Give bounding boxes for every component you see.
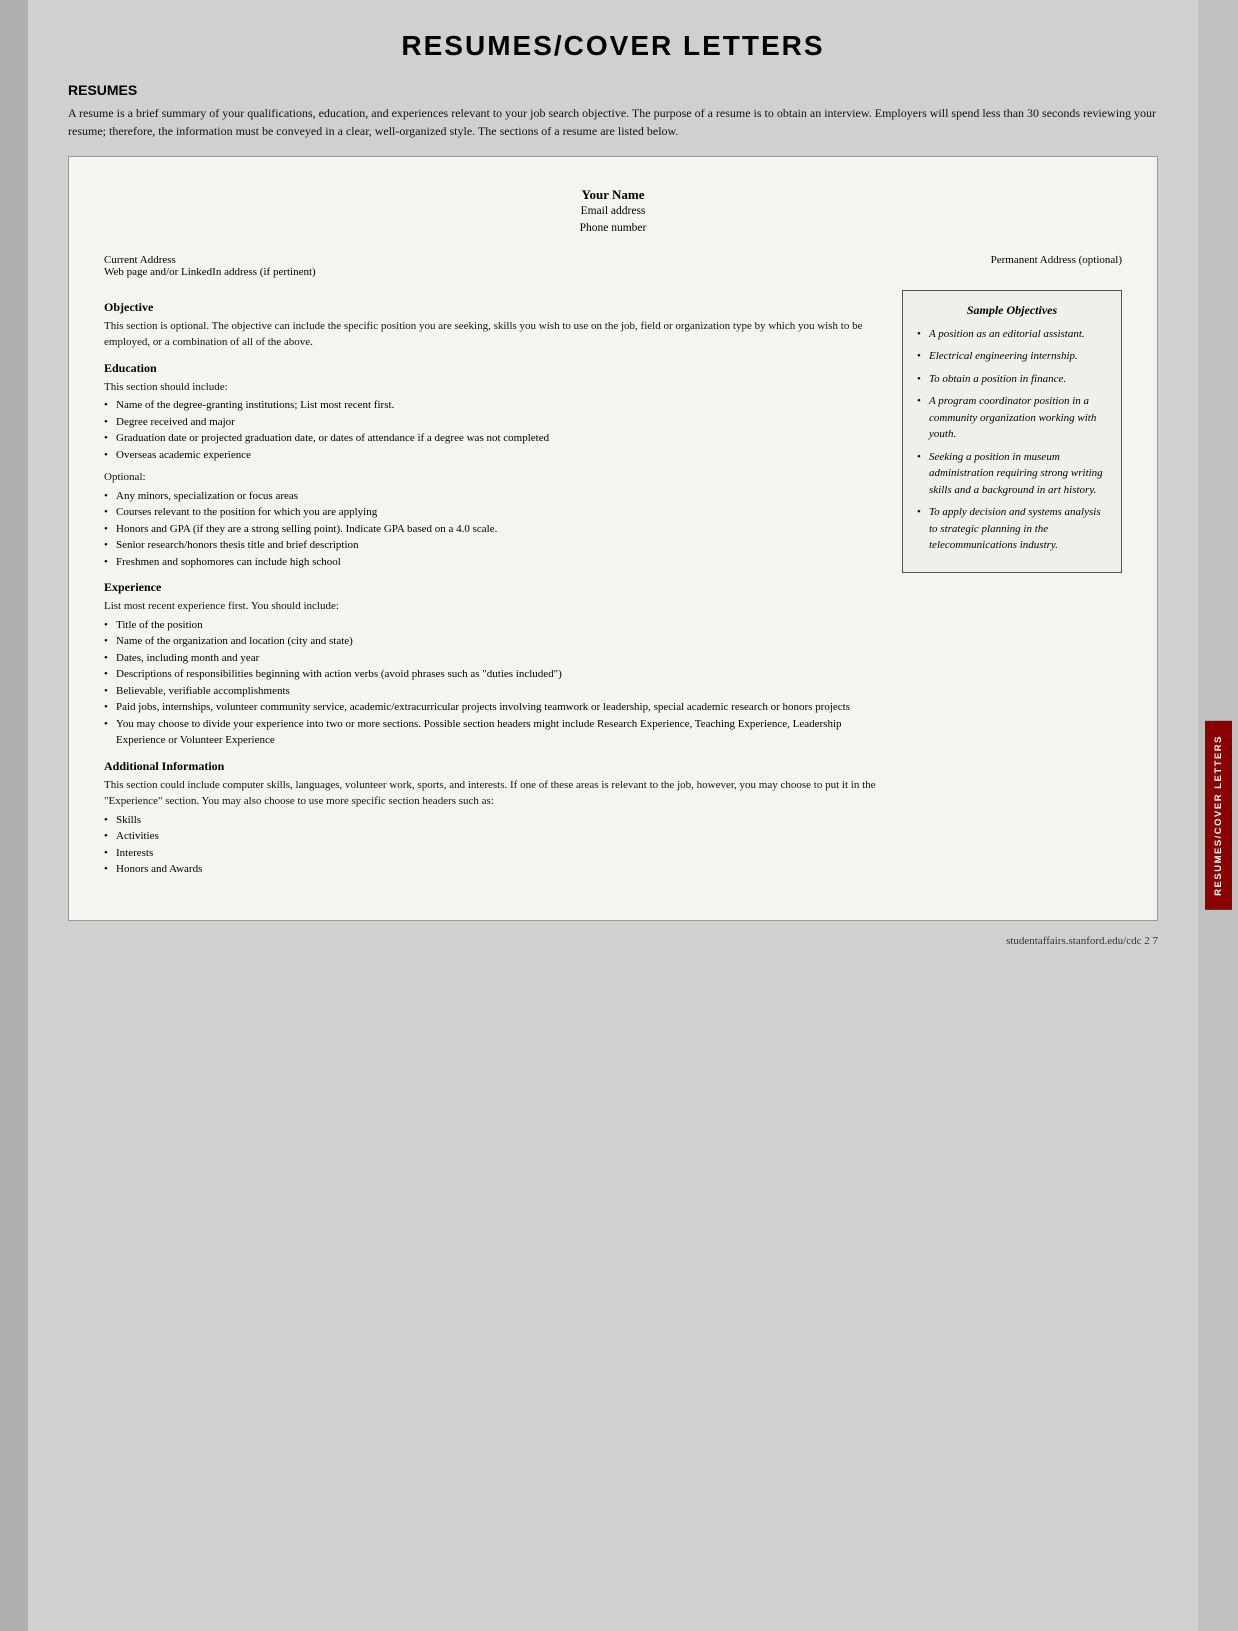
edu-bullet-2: Degree received and major: [104, 414, 882, 431]
edu-bullet-3: Graduation date or projected graduation …: [104, 430, 882, 447]
resumes-heading: RESUMES: [68, 82, 1158, 98]
additional-bullets-list: Skills Activities Interests Honors and A…: [104, 812, 882, 878]
obj-item-3: To obtain a position in finance.: [917, 371, 1107, 388]
add-bullet-4: Honors and Awards: [104, 861, 882, 878]
experience-title: Experience: [104, 580, 882, 595]
optional-label: Optional:: [104, 469, 882, 486]
main-content: RESUMES/COVER LETTERS RESUMES A resume i…: [28, 0, 1198, 1631]
exp-bullet-6: Paid jobs, internships, volunteer commun…: [104, 699, 882, 716]
exp-bullet-5: Believable, verifiable accomplishments: [104, 683, 882, 700]
education-intro: This section should include:: [104, 379, 882, 396]
experience-intro: List most recent experience first. You s…: [104, 598, 882, 615]
edu-opt-bullet-1: Any minors, specialization or focus area…: [104, 488, 882, 505]
edu-bullet-1: Name of the degree-granting institutions…: [104, 397, 882, 414]
education-title: Education: [104, 361, 882, 376]
web-address: Web page and/or LinkedIn address (if per…: [104, 266, 316, 278]
right-sidebar: RESUMES/COVER LETTERS: [1198, 0, 1238, 1631]
exp-bullet-1: Title of the position: [104, 617, 882, 634]
resume-left-col: Objective This section is optional. The …: [104, 290, 882, 880]
vertical-sidebar-label: RESUMES/COVER LETTERS: [1205, 721, 1232, 910]
obj-item-5: Seeking a position in museum administrat…: [917, 449, 1107, 499]
edu-bullet-4: Overseas academic experience: [104, 447, 882, 464]
resume-phone: Phone number: [104, 220, 1122, 237]
footer: studentaffairs.stanford.edu/cdc 2 7: [68, 931, 1158, 947]
resume-addresses: Current Address Web page and/or LinkedIn…: [104, 254, 1122, 278]
sample-objectives-list: A position as an editorial assistant. El…: [917, 326, 1107, 554]
add-bullet-1: Skills: [104, 812, 882, 829]
sample-objectives-box: Sample Objectives A position as an edito…: [902, 290, 1122, 573]
page-title: RESUMES/COVER LETTERS: [68, 30, 1158, 62]
resume-header: Your Name Email address Phone number: [104, 187, 1122, 238]
exp-bullet-7: You may choose to divide your experience…: [104, 716, 882, 749]
permanent-address-block: Permanent Address (optional): [991, 254, 1122, 278]
additional-text: This section could include computer skil…: [104, 777, 882, 810]
exp-bullet-2: Name of the organization and location (c…: [104, 633, 882, 650]
education-bullets-list: Name of the degree-granting institutions…: [104, 397, 882, 463]
exp-bullet-4: Descriptions of responsibilities beginni…: [104, 666, 882, 683]
obj-item-2: Electrical engineering internship.: [917, 348, 1107, 365]
current-address-label: Current Address: [104, 254, 316, 266]
objective-title: Objective: [104, 300, 882, 315]
left-border: [0, 0, 28, 1631]
current-address-block: Current Address Web page and/or LinkedIn…: [104, 254, 316, 278]
resume-email: Email address: [104, 203, 1122, 220]
resume-two-col: Objective This section is optional. The …: [104, 290, 1122, 880]
obj-item-6: To apply decision and systems analysis t…: [917, 504, 1107, 554]
edu-opt-bullet-3: Honors and GPA (if they are a strong sel…: [104, 521, 882, 538]
exp-bullet-3: Dates, including month and year: [104, 650, 882, 667]
resume-document: Your Name Email address Phone number Cur…: [68, 156, 1158, 921]
sample-objectives-title: Sample Objectives: [917, 303, 1107, 318]
edu-opt-bullet-4: Senior research/honors thesis title and …: [104, 537, 882, 554]
additional-title: Additional Information: [104, 759, 882, 774]
obj-item-4: A program coordinator position in a comm…: [917, 393, 1107, 443]
intro-text: A resume is a brief summary of your qual…: [68, 104, 1158, 140]
obj-item-1: A position as an editorial assistant.: [917, 326, 1107, 343]
experience-bullets-list: Title of the position Name of the organi…: [104, 617, 882, 749]
add-bullet-2: Activities: [104, 828, 882, 845]
sample-objectives-col: Sample Objectives A position as an edito…: [902, 290, 1122, 880]
permanent-address-label: Permanent Address (optional): [991, 254, 1122, 266]
edu-opt-bullet-2: Courses relevant to the position for whi…: [104, 504, 882, 521]
add-bullet-3: Interests: [104, 845, 882, 862]
resume-name: Your Name: [104, 187, 1122, 203]
objective-text: This section is optional. The objective …: [104, 318, 882, 351]
education-optional-bullets: Any minors, specialization or focus area…: [104, 488, 882, 571]
edu-opt-bullet-5: Freshmen and sophomores can include high…: [104, 554, 882, 571]
